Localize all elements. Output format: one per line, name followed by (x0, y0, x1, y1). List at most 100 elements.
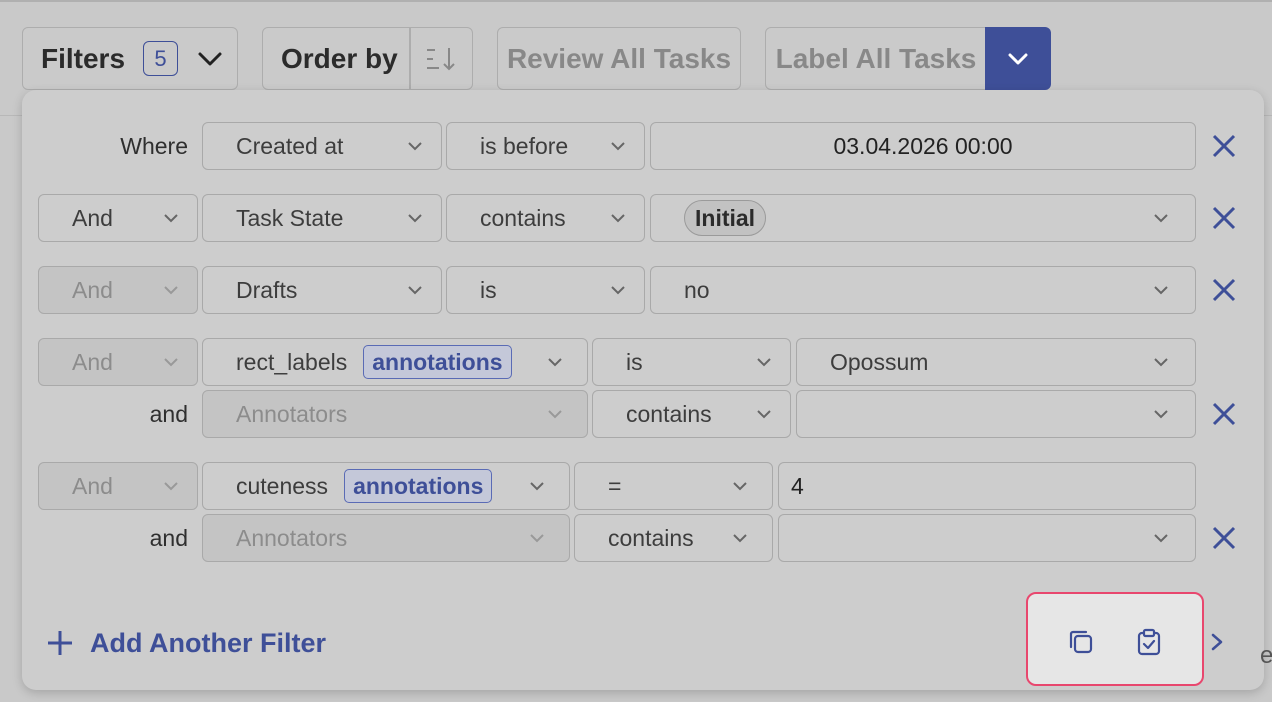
sub-filter-field-value: Annotators (236, 400, 348, 427)
filter-conjunction-where: Where (120, 132, 188, 159)
filter-operator-select[interactable]: is (446, 266, 645, 314)
chevron-down-icon (1154, 358, 1168, 367)
filter-conjunction-select[interactable]: And (38, 462, 198, 510)
filter-value-text: no (684, 276, 710, 303)
filter-value-select[interactable]: Initial (650, 194, 1196, 242)
filter-field-select[interactable]: Created at (202, 122, 442, 170)
filter-field-value: cuteness (236, 472, 329, 499)
chevron-down-icon (1154, 534, 1168, 543)
label-all-dropdown-button[interactable] (985, 27, 1051, 90)
chevron-down-icon (733, 534, 747, 543)
sub-filter-operator-value: contains (608, 524, 694, 551)
filter-operator-value: contains (480, 204, 566, 231)
filters-count-badge: 5 (143, 41, 179, 76)
chevron-down-icon (408, 286, 422, 295)
filter-operator-value: is before (480, 132, 569, 159)
filter-conjunction-value: And (72, 472, 113, 499)
filter-field-select[interactable]: rect_labels annotations (202, 338, 588, 386)
sub-filter-field-select[interactable]: Annotators (202, 514, 570, 562)
chevron-down-icon (757, 410, 771, 419)
filter-field-value: Drafts (236, 276, 298, 303)
chevron-down-icon (1154, 286, 1168, 295)
sub-filter-field-select[interactable]: Annotators (202, 390, 588, 438)
filter-value-text: Opossum (830, 348, 929, 375)
chevron-down-icon (164, 482, 178, 491)
filter-conjunction-select[interactable]: And (38, 266, 198, 314)
sub-filter-field-value: Annotators (236, 524, 348, 551)
chevron-down-icon (611, 214, 625, 223)
remove-filter-icon[interactable] (1210, 204, 1238, 232)
plus-icon (48, 631, 72, 655)
order-by-divider (409, 28, 411, 89)
field-tag-annotations: annotations (363, 345, 512, 379)
chevron-down-icon (1008, 53, 1028, 64)
sub-filter-conjunction: and (149, 400, 188, 427)
label-all-tasks-label: Label All Tasks (775, 42, 977, 74)
review-all-tasks-button[interactable]: Review All Tasks (497, 27, 741, 90)
chevron-right-icon[interactable] (1210, 632, 1224, 652)
chevron-down-icon (530, 534, 544, 543)
filters-button[interactable]: Filters 5 (22, 27, 238, 90)
filter-conjunction-value: And (72, 276, 113, 303)
chevron-down-icon (530, 482, 544, 491)
filter-operator-value: = (608, 472, 622, 499)
sub-filter-conjunction: and (149, 524, 188, 551)
filter-value-select[interactable]: Opossum (796, 338, 1196, 386)
order-by-label: Order by (281, 42, 398, 74)
chevron-down-icon (548, 358, 562, 367)
filter-conjunction-select[interactable]: And (38, 338, 198, 386)
chevron-down-icon (757, 358, 771, 367)
field-tag-annotations: annotations (344, 469, 493, 503)
filter-conjunction-select[interactable]: And (38, 194, 198, 242)
filters-panel: Where Created at is before 03.04.2026 00… (22, 90, 1264, 690)
sub-filter-operator-select[interactable]: contains (574, 514, 773, 562)
sub-filter-operator-value: contains (626, 400, 712, 427)
chevron-down-icon (164, 358, 178, 367)
chevron-down-icon (733, 482, 747, 491)
filter-field-select[interactable]: Task State (202, 194, 442, 242)
filter-date-input[interactable]: 03.04.2026 00:00 (650, 122, 1196, 170)
filter-field-value: Created at (236, 132, 344, 159)
filter-field-select[interactable]: cuteness annotations (202, 462, 570, 510)
filter-value-select[interactable]: no (650, 266, 1196, 314)
filter-operator-select[interactable]: is (592, 338, 791, 386)
chevron-down-icon (611, 142, 625, 151)
background-edge-text: e (1260, 642, 1272, 669)
chevron-down-icon (164, 286, 178, 295)
chevron-down-icon (408, 214, 422, 223)
filter-operator-select[interactable]: = (574, 462, 773, 510)
filter-operator-select[interactable]: is before (446, 122, 645, 170)
review-all-tasks-label: Review All Tasks (506, 42, 732, 74)
filter-field-value: Task State (236, 204, 344, 231)
chevron-down-icon (164, 214, 178, 223)
sub-filter-value-select[interactable] (778, 514, 1196, 562)
sub-filter-value-select[interactable] (796, 390, 1196, 438)
remove-filter-icon[interactable] (1210, 400, 1238, 428)
filter-field-select[interactable]: Drafts (202, 266, 442, 314)
chevron-down-icon (611, 286, 625, 295)
filter-date-value: 03.04.2026 00:00 (833, 132, 1013, 159)
sub-filter-operator-select[interactable]: contains (592, 390, 791, 438)
filter-conjunction-value: And (72, 348, 113, 375)
chevron-down-icon (1154, 410, 1168, 419)
copy-icon[interactable] (1066, 627, 1096, 657)
add-another-filter-button[interactable]: Add Another Filter (46, 625, 326, 661)
filters-label: Filters (41, 42, 126, 74)
remove-filter-icon[interactable] (1210, 132, 1238, 160)
filter-operator-value: is (626, 348, 643, 375)
top-border (0, 0, 1272, 2)
add-another-filter-label: Add Another Filter (90, 627, 326, 658)
remove-filter-icon[interactable] (1210, 276, 1238, 304)
order-by-button[interactable]: Order by (262, 27, 473, 90)
remove-filter-icon[interactable] (1210, 524, 1238, 552)
filter-actions-highlight (1026, 592, 1204, 686)
filter-operator-value: is (480, 276, 497, 303)
filter-number-input[interactable]: 4 (778, 462, 1196, 510)
chevron-down-icon (1154, 214, 1168, 223)
filter-operator-select[interactable]: contains (446, 194, 645, 242)
chevron-down-icon (548, 410, 562, 419)
label-all-tasks-button[interactable]: Label All Tasks (765, 27, 987, 90)
sort-descending-icon[interactable] (425, 46, 457, 72)
clipboard-check-icon[interactable] (1134, 627, 1164, 657)
filter-field-value: rect_labels (236, 348, 348, 375)
